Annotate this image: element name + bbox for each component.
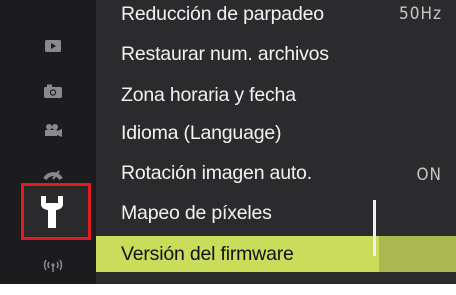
setting-values-column: 50Hz ON [379, 0, 456, 284]
menu-item-flicker-reduction[interactable]: Reducción de parpadeo [96, 0, 379, 32]
scrollbar[interactable] [373, 200, 376, 256]
menu-item-reset-file-numbering[interactable]: Restaurar num. archivos [96, 36, 379, 72]
menu-item-firmware-version[interactable]: Versión del firmware [96, 236, 379, 272]
playback-icon[interactable] [40, 35, 66, 57]
camera-icon[interactable] [40, 80, 66, 102]
selected-row-value-background [379, 236, 456, 272]
wireless-icon[interactable] [40, 254, 66, 276]
menu-item-auto-image-rotation[interactable]: Rotación imagen auto. [96, 155, 379, 191]
menu-item-time-zone-date[interactable]: Zona horaria y fecha [96, 77, 379, 113]
menu-item-pixel-mapping[interactable]: Mapeo de píxeles [96, 195, 379, 231]
bottom-margin [0, 284, 456, 295]
menu-tab-sidebar [0, 0, 96, 284]
wrench-icon[interactable] [32, 192, 72, 232]
movie-icon[interactable] [40, 120, 66, 142]
camera-menu-screen: Reducción de parpadeo Restaurar num. arc… [0, 0, 456, 284]
setup-menu-list: Reducción de parpadeo Restaurar num. arc… [96, 0, 379, 284]
flicker-reduction-value: 50Hz [399, 4, 442, 24]
menu-item-language[interactable]: Idioma (Language) [96, 115, 379, 151]
auto-rotation-value: ON [416, 165, 442, 185]
custom-settings-icon[interactable] [40, 162, 66, 184]
